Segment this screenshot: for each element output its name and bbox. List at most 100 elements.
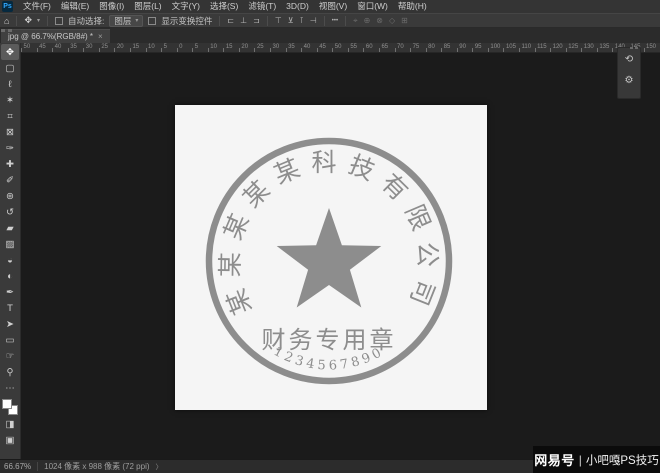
dock-panel-icon-history[interactable]: ⟲ (620, 51, 638, 68)
menu-help[interactable]: 帮助(H) (393, 0, 432, 13)
ruler-label: 135 (597, 43, 613, 52)
ruler-label: 25 (99, 43, 115, 52)
distribute-icon[interactable]: ⊣ (310, 16, 317, 25)
align-right-icon[interactable]: ⊐ (253, 16, 260, 25)
distribute-icon-group: ⊤ ⊻ ⊺ ⊣ (275, 16, 317, 25)
tools-panel: ✥▢ℓ✶⌗⊠✑✚✐⊛↺▰▨◒◐✒T➤▭☞⚲⋯ ◨▣ (0, 43, 21, 459)
ruler-label: 70 (395, 43, 411, 52)
ruler-label: 90 (457, 43, 473, 52)
separator (324, 16, 325, 26)
auto-select-target-dropdown[interactable]: 图层 ▾ (109, 15, 143, 27)
menu-bar: Ps 文件(F)编辑(E)图像(I)图层(L)文字(Y)选择(S)滤镜(T)3D… (0, 0, 660, 13)
foreground-color-swatch[interactable] (2, 399, 12, 409)
menu-window[interactable]: 窗口(W) (352, 0, 393, 13)
menu-type[interactable]: 文字(Y) (167, 0, 205, 13)
menu-file[interactable]: 文件(F) (18, 0, 56, 13)
eraser-tool[interactable]: ▰ (1, 220, 19, 236)
separator (219, 16, 220, 26)
crop-tool[interactable]: ⌗ (1, 108, 19, 124)
ruler-label: 15 (223, 43, 239, 52)
blur-tool[interactable]: ◒ (1, 252, 19, 268)
lasso-tool[interactable]: ℓ (1, 76, 19, 92)
pen-tool[interactable]: ✒ (1, 284, 19, 300)
separator (267, 16, 268, 26)
hand-tool[interactable]: ☞ (1, 348, 19, 364)
ruler-label: 65 (379, 43, 395, 52)
auto-select-target-value: 图层 (114, 15, 131, 27)
marquee-tool[interactable]: ▢ (1, 60, 19, 76)
document-tab[interactable]: jpg @ 66.7%(RGB/8#) * × (1, 29, 110, 43)
move-tool[interactable]: ✥ (1, 44, 19, 60)
healing-brush-tool[interactable]: ✚ (1, 156, 19, 172)
align-left-icon[interactable]: ⊏ (227, 16, 234, 25)
brush-tool[interactable]: ✐ (1, 172, 19, 188)
home-icon[interactable]: ⌂ (4, 16, 9, 26)
auto-select-label: 自动选择: (68, 15, 104, 27)
path-selection-tool[interactable]: ➤ (1, 316, 19, 332)
align-middle-icon[interactable]: ⊻ (288, 16, 294, 25)
zoom-level-field[interactable]: 66.67% (4, 462, 38, 471)
tool-preset-caret-icon[interactable]: ▾ (37, 17, 40, 24)
ruler-label: 100 (488, 43, 504, 52)
move-tool-icon[interactable]: ✥ (24, 15, 32, 26)
ruler-label: 25 (254, 43, 270, 52)
ruler-label: 40 (52, 43, 68, 52)
shape-tool[interactable]: ▭ (1, 332, 19, 348)
menu-view[interactable]: 视图(V) (314, 0, 352, 13)
menu-image[interactable]: 图像(I) (94, 0, 129, 13)
dock-header[interactable] (630, 47, 638, 49)
tab-close-icon[interactable]: × (98, 32, 103, 41)
document-tab-bar: jpg @ 66.7%(RGB/8#) * × (0, 28, 660, 43)
menu-3d[interactable]: 3D(D) (281, 0, 314, 13)
3d-mode-icon-5: ⊞ (401, 16, 408, 26)
ruler-label: 130 (581, 43, 597, 52)
ruler-label: 30 (83, 43, 99, 52)
stamp-image: 某某某某某科技有限公司 财务专用章 1234567890 (175, 105, 487, 410)
quick-selection-tool[interactable]: ✶ (1, 92, 19, 108)
canvas-pasteboard[interactable]: 某某某某某科技有限公司 财务专用章 1234567890 (21, 53, 660, 459)
menu-filter[interactable]: 滤镜(T) (243, 0, 281, 13)
eyedropper-tool[interactable]: ✑ (1, 140, 19, 156)
ruler-label: 0 (177, 43, 193, 52)
menu-select[interactable]: 选择(S) (205, 0, 243, 13)
menu-layer[interactable]: 图层(L) (129, 0, 166, 13)
ruler-label: 10 (208, 43, 224, 52)
align-top-icon[interactable]: ⊤ (275, 16, 282, 25)
document-canvas[interactable]: 某某某某某科技有限公司 财务专用章 1234567890 (175, 105, 487, 410)
show-transform-checkbox[interactable] (148, 17, 156, 25)
3d-mode-icon-group: ⌖⊕⊗◇⊞ (353, 16, 408, 26)
watermark-badge: 网易号 | 小吧嘎PS技巧 (533, 446, 660, 473)
ruler-label: 85 (441, 43, 457, 52)
color-swatches[interactable] (1, 398, 19, 416)
quick-mask-button[interactable]: ◨ (1, 416, 19, 432)
menu-edit[interactable]: 编辑(E) (56, 0, 94, 13)
status-chevron-icon[interactable]: 〉 (156, 462, 163, 472)
frame-tool[interactable]: ⊠ (1, 124, 19, 140)
zoom-tool[interactable]: ⚲ (1, 364, 19, 380)
clone-stamp-tool[interactable]: ⊛ (1, 188, 19, 204)
horizontal-ruler[interactable]: 5045403530252015105051015202530354045505… (21, 43, 660, 53)
ruler-label: 5 (161, 43, 177, 52)
ruler-label: 35 (286, 43, 302, 52)
document-tab-title: jpg @ 66.7%(RGB/8#) * (8, 32, 93, 41)
edit-toolbar-button[interactable]: ⋯ (1, 380, 19, 396)
separator (16, 16, 17, 26)
dock-collapse-icon (630, 47, 633, 49)
3d-mode-icon-3: ⊗ (376, 16, 383, 26)
ruler-label: 50 (21, 43, 37, 52)
dodge-tool[interactable]: ◐ (1, 268, 19, 284)
options-bar: ⌂ ✥ ▾ 自动选择: 图层 ▾ 显示变换控件 ⊏⊥⊐ ⊤⊻⊺⊣ ••• ⌖⊕⊗… (0, 13, 660, 28)
dock-panel-icon-properties[interactable]: ⚙ (620, 72, 638, 89)
ruler-label: 20 (114, 43, 130, 52)
screen-mode-button[interactable]: ▣ (1, 432, 19, 448)
gradient-tool[interactable]: ▨ (1, 236, 19, 252)
auto-select-checkbox[interactable] (55, 17, 63, 25)
more-options-button[interactable]: ••• (332, 18, 338, 24)
type-tool[interactable]: T (1, 300, 19, 316)
ruler-label: 60 (363, 43, 379, 52)
align-center-icon[interactable]: ⊥ (240, 16, 247, 25)
align-icon-group: ⊏ ⊥ ⊐ (227, 16, 259, 25)
watermark-brand: 网易号 (534, 450, 575, 469)
history-brush-tool[interactable]: ↺ (1, 204, 19, 220)
align-bottom-icon[interactable]: ⊺ (300, 16, 304, 25)
